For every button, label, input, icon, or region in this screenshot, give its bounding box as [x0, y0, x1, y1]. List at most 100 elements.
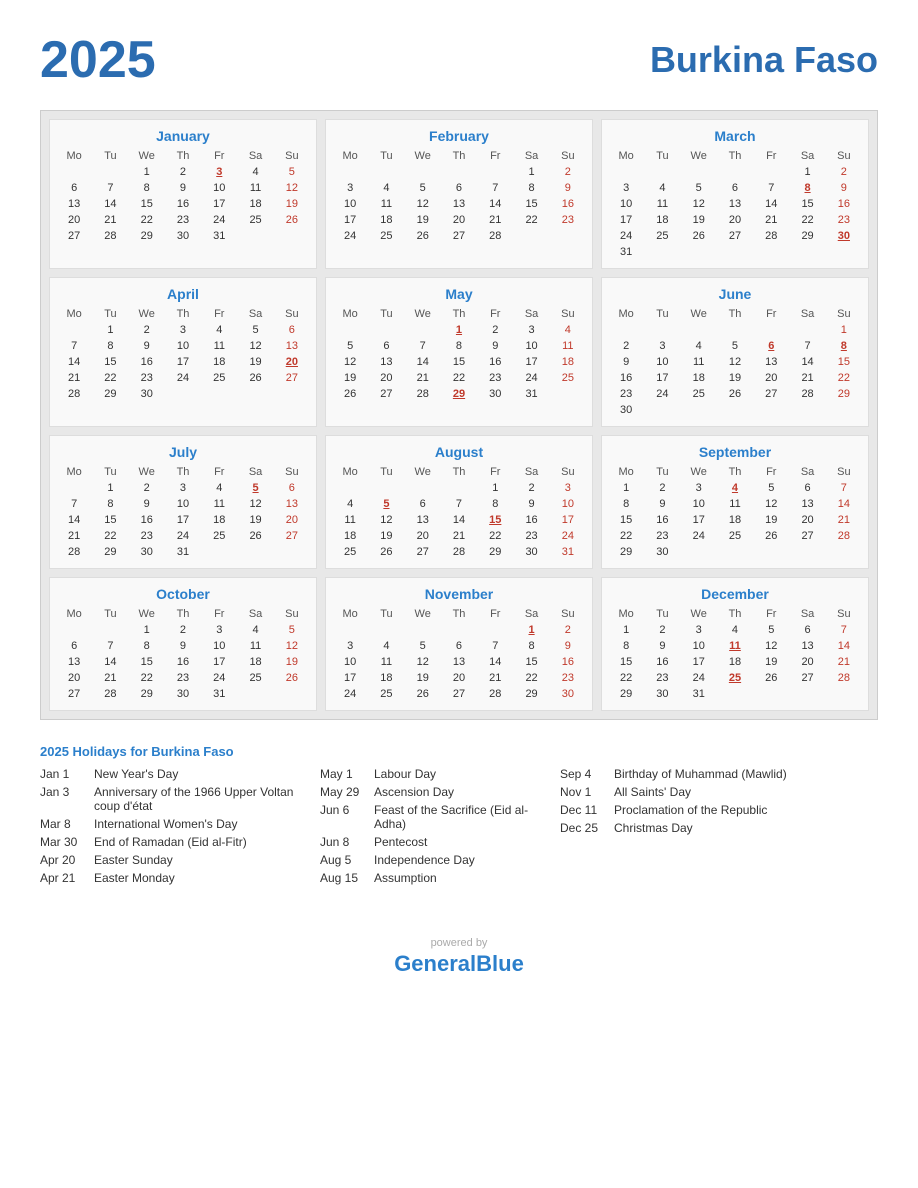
day-cell: 17 — [201, 654, 237, 670]
day-cell: 22 — [826, 370, 862, 386]
day-cell: 4 — [681, 338, 717, 354]
day-cell: 27 — [274, 370, 310, 386]
day-cell: 29 — [513, 686, 549, 702]
day-cell: 16 — [826, 196, 862, 212]
day-cell: 16 — [129, 512, 165, 528]
day-cell: 20 — [789, 654, 825, 670]
day-cell: 21 — [826, 512, 862, 528]
day-cell: 31 — [165, 544, 201, 560]
day-cell: 28 — [477, 686, 513, 702]
day-cell: 2 — [550, 622, 586, 638]
day-cell: 29 — [608, 544, 644, 560]
day-cell: 6 — [274, 322, 310, 338]
calendar-grid: JanuaryMoTuWeThFrSaSu1234567891011121314… — [40, 110, 878, 720]
day-cell: 26 — [753, 528, 789, 544]
day-header: We — [405, 464, 441, 480]
day-header: Fr — [753, 148, 789, 164]
day-cell: 14 — [826, 638, 862, 654]
day-cell: 9 — [513, 496, 549, 512]
day-cell: 20 — [789, 512, 825, 528]
day-cell: 18 — [681, 370, 717, 386]
holiday-date: Dec 11 — [560, 803, 608, 817]
day-grid-march: MoTuWeThFrSaSu12345678910111213141516171… — [608, 148, 862, 260]
day-cell: 7 — [92, 180, 128, 196]
day-cell: 5 — [237, 322, 273, 338]
day-cell: 3 — [332, 180, 368, 196]
day-cell: 15 — [441, 354, 477, 370]
month-block-july: JulyMoTuWeThFrSaSu1234567891011121314151… — [49, 435, 317, 569]
day-header: Su — [826, 306, 862, 322]
day-cell: 23 — [129, 370, 165, 386]
day-cell: 21 — [477, 670, 513, 686]
day-cell: 14 — [56, 512, 92, 528]
day-cell: 9 — [550, 638, 586, 654]
day-cell: 8 — [608, 638, 644, 654]
day-cell: 7 — [92, 638, 128, 654]
day-cell: 24 — [681, 528, 717, 544]
day-cell: 25 — [368, 228, 404, 244]
day-header: Fr — [201, 606, 237, 622]
empty-cell — [56, 322, 92, 338]
empty-cell — [681, 164, 717, 180]
holiday-name: Labour Day — [374, 767, 436, 781]
day-cell: 5 — [237, 480, 273, 496]
day-header: Su — [274, 464, 310, 480]
day-cell: 10 — [332, 654, 368, 670]
day-header: We — [129, 464, 165, 480]
day-grid-september: MoTuWeThFrSaSu12345678910111213141516171… — [608, 464, 862, 560]
holiday-name: Assumption — [374, 871, 437, 885]
month-name-october: October — [56, 586, 310, 602]
day-cell: 21 — [753, 212, 789, 228]
day-cell: 5 — [753, 480, 789, 496]
day-cell: 10 — [201, 180, 237, 196]
day-header: Mo — [56, 606, 92, 622]
day-header: Sa — [237, 148, 273, 164]
day-cell: 10 — [165, 496, 201, 512]
day-cell: 22 — [477, 528, 513, 544]
day-cell: 7 — [826, 480, 862, 496]
day-cell: 13 — [274, 496, 310, 512]
day-cell: 30 — [165, 686, 201, 702]
day-cell: 16 — [165, 196, 201, 212]
holiday-name: Easter Monday — [94, 871, 175, 885]
day-cell: 9 — [608, 354, 644, 370]
day-grid-july: MoTuWeThFrSaSu12345678910111213141516171… — [56, 464, 310, 560]
day-cell: 31 — [201, 228, 237, 244]
day-cell: 23 — [165, 670, 201, 686]
day-cell: 10 — [513, 338, 549, 354]
day-cell: 29 — [129, 228, 165, 244]
empty-cell — [56, 164, 92, 180]
day-cell: 18 — [550, 354, 586, 370]
day-header: Fr — [753, 306, 789, 322]
day-cell: 24 — [681, 670, 717, 686]
empty-cell — [681, 322, 717, 338]
day-cell: 26 — [681, 228, 717, 244]
day-cell: 20 — [56, 212, 92, 228]
day-cell: 1 — [129, 622, 165, 638]
day-cell: 19 — [753, 512, 789, 528]
day-cell: 17 — [550, 512, 586, 528]
empty-cell — [56, 480, 92, 496]
day-cell: 14 — [441, 512, 477, 528]
day-cell: 7 — [826, 622, 862, 638]
day-cell: 7 — [441, 496, 477, 512]
day-grid-december: MoTuWeThFrSaSu12345678910111213141516171… — [608, 606, 862, 702]
day-cell: 1 — [826, 322, 862, 338]
day-cell: 1 — [608, 622, 644, 638]
day-cell: 26 — [753, 670, 789, 686]
day-cell: 26 — [237, 528, 273, 544]
day-header: Su — [550, 606, 586, 622]
day-cell: 12 — [717, 354, 753, 370]
day-cell: 14 — [477, 196, 513, 212]
day-cell: 15 — [92, 354, 128, 370]
day-grid-may: MoTuWeThFrSaSu12345678910111213141516171… — [332, 306, 586, 402]
day-cell: 30 — [644, 686, 680, 702]
holiday-name: New Year's Day — [94, 767, 178, 781]
day-cell: 16 — [513, 512, 549, 528]
day-cell: 26 — [405, 228, 441, 244]
empty-cell — [368, 164, 404, 180]
day-cell: 6 — [789, 480, 825, 496]
day-cell: 14 — [826, 496, 862, 512]
day-header: Su — [274, 148, 310, 164]
day-cell: 22 — [129, 670, 165, 686]
